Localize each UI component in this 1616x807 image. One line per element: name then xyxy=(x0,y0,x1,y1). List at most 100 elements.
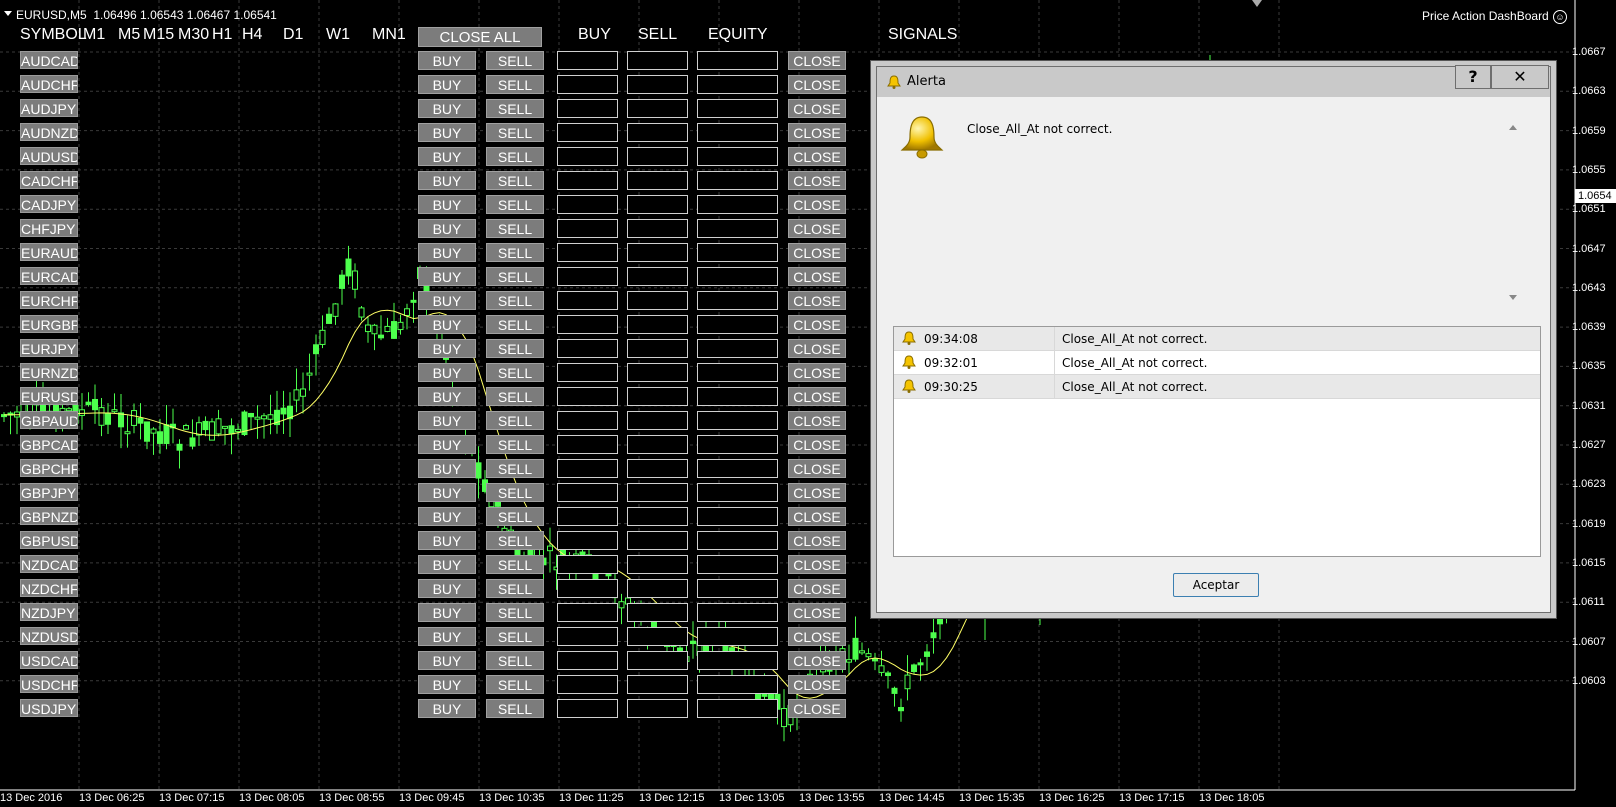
message-scrollbar[interactable] xyxy=(1505,117,1521,307)
sell-button-gbpchf[interactable]: SELL xyxy=(486,459,544,478)
close-button-usdchf[interactable]: CLOSE xyxy=(788,675,846,694)
close-button-audusd[interactable]: CLOSE xyxy=(788,147,846,166)
buy-button-gbpusd[interactable]: BUY xyxy=(418,531,476,550)
symbol-nzdchf[interactable]: NZDCHF xyxy=(20,579,78,597)
symbol-gbpaud[interactable]: GBPAUD xyxy=(20,411,78,429)
scroll-down-icon[interactable] xyxy=(1509,295,1517,300)
close-button-nzdjpy[interactable]: CLOSE xyxy=(788,603,846,622)
symbol-cadchf[interactable]: CADCHF xyxy=(20,171,78,189)
close-button[interactable]: ✕ xyxy=(1491,65,1549,89)
close-button-audchf[interactable]: CLOSE xyxy=(788,75,846,94)
sell-button-usdchf[interactable]: SELL xyxy=(486,675,544,694)
close-button-euraud[interactable]: CLOSE xyxy=(788,243,846,262)
buy-button-eurgbp[interactable]: BUY xyxy=(418,315,476,334)
close-button-cadchf[interactable]: CLOSE xyxy=(788,171,846,190)
buy-button-eurusd[interactable]: BUY xyxy=(418,387,476,406)
buy-button-nzdusd[interactable]: BUY xyxy=(418,627,476,646)
sell-button-eurchf[interactable]: SELL xyxy=(486,291,544,310)
scroll-up-icon[interactable] xyxy=(1509,125,1517,130)
sell-button-gbpaud[interactable]: SELL xyxy=(486,411,544,430)
sell-button-cadchf[interactable]: SELL xyxy=(486,171,544,190)
buy-button-audusd[interactable]: BUY xyxy=(418,147,476,166)
sell-button-audnzd[interactable]: SELL xyxy=(486,123,544,142)
symbol-eurjpy[interactable]: EURJPY xyxy=(20,339,78,357)
symbol-audcad[interactable]: AUDCAD xyxy=(20,51,78,69)
symbol-gbpjpy[interactable]: GBPJPY xyxy=(20,483,78,501)
symbol-nzdjpy[interactable]: NZDJPY xyxy=(20,603,78,621)
symbol-usdcad[interactable]: USDCAD xyxy=(20,651,78,669)
close-button-gbpaud[interactable]: CLOSE xyxy=(788,411,846,430)
sell-button-eurcad[interactable]: SELL xyxy=(486,267,544,286)
close-button-eurgbp[interactable]: CLOSE xyxy=(788,315,846,334)
sell-button-nzdjpy[interactable]: SELL xyxy=(486,603,544,622)
alert-history-list[interactable]: 09:34:08 Close_All_At not correct. 09:32:0… xyxy=(893,326,1541,557)
close-button-gbpchf[interactable]: CLOSE xyxy=(788,459,846,478)
buy-button-cadjpy[interactable]: BUY xyxy=(418,195,476,214)
sell-button-eurnzd[interactable]: SELL xyxy=(486,363,544,382)
help-button[interactable]: ? xyxy=(1455,65,1491,89)
symbol-eurchf[interactable]: EURCHF xyxy=(20,291,78,309)
symbol-nzdusd[interactable]: NZDUSD xyxy=(20,627,78,645)
buy-button-gbpaud[interactable]: BUY xyxy=(418,411,476,430)
symbol-usdjpy[interactable]: USDJPY xyxy=(20,699,78,717)
sell-button-audusd[interactable]: SELL xyxy=(486,147,544,166)
symbol-chfjpy[interactable]: CHFJPY xyxy=(20,219,78,237)
buy-button-usdjpy[interactable]: BUY xyxy=(418,699,476,718)
sell-button-audjpy[interactable]: SELL xyxy=(486,99,544,118)
buy-button-nzdcad[interactable]: BUY xyxy=(418,555,476,574)
buy-button-usdchf[interactable]: BUY xyxy=(418,675,476,694)
close-button-gbpnzd[interactable]: CLOSE xyxy=(788,507,846,526)
close-button-usdjpy[interactable]: CLOSE xyxy=(788,699,846,718)
close-button-cadjpy[interactable]: CLOSE xyxy=(788,195,846,214)
symbol-usdchf[interactable]: USDCHF xyxy=(20,675,78,693)
sell-button-usdjpy[interactable]: SELL xyxy=(486,699,544,718)
close-button-eurusd[interactable]: CLOSE xyxy=(788,387,846,406)
buy-button-nzdjpy[interactable]: BUY xyxy=(418,603,476,622)
sell-button-eurjpy[interactable]: SELL xyxy=(486,339,544,358)
sell-button-gbpjpy[interactable]: SELL xyxy=(486,483,544,502)
close-button-audjpy[interactable]: CLOSE xyxy=(788,99,846,118)
alert-history-row[interactable]: 09:32:01 Close_All_At not correct. xyxy=(894,351,1540,375)
close-button-gbpcad[interactable]: CLOSE xyxy=(788,435,846,454)
buy-button-eurjpy[interactable]: BUY xyxy=(418,339,476,358)
buy-button-cadchf[interactable]: BUY xyxy=(418,171,476,190)
chart-shift-marker-icon[interactable] xyxy=(1252,0,1262,7)
close-button-gbpusd[interactable]: CLOSE xyxy=(788,531,846,550)
sell-button-chfjpy[interactable]: SELL xyxy=(486,219,544,238)
close-button-audcad[interactable]: CLOSE xyxy=(788,51,846,70)
buy-button-audjpy[interactable]: BUY xyxy=(418,99,476,118)
close-button-eurnzd[interactable]: CLOSE xyxy=(788,363,846,382)
buy-button-nzdchf[interactable]: BUY xyxy=(418,579,476,598)
close-button-chfjpy[interactable]: CLOSE xyxy=(788,219,846,238)
symbol-eurnzd[interactable]: EURNZD xyxy=(20,363,78,381)
sell-button-nzdusd[interactable]: SELL xyxy=(486,627,544,646)
buy-button-gbpjpy[interactable]: BUY xyxy=(418,483,476,502)
sell-button-euraud[interactable]: SELL xyxy=(486,243,544,262)
sell-button-gbpnzd[interactable]: SELL xyxy=(486,507,544,526)
close-button-nzdchf[interactable]: CLOSE xyxy=(788,579,846,598)
sell-button-audchf[interactable]: SELL xyxy=(486,75,544,94)
buy-button-euraud[interactable]: BUY xyxy=(418,243,476,262)
symbol-gbpusd[interactable]: GBPUSD xyxy=(20,531,78,549)
sell-button-gbpusd[interactable]: SELL xyxy=(486,531,544,550)
sell-button-nzdcad[interactable]: SELL xyxy=(486,555,544,574)
sell-button-eurgbp[interactable]: SELL xyxy=(486,315,544,334)
chart-menu-arrow-icon[interactable] xyxy=(4,11,12,16)
sell-button-cadjpy[interactable]: SELL xyxy=(486,195,544,214)
buy-button-eurcad[interactable]: BUY xyxy=(418,267,476,286)
buy-button-audnzd[interactable]: BUY xyxy=(418,123,476,142)
close-button-nzdusd[interactable]: CLOSE xyxy=(788,627,846,646)
buy-button-gbpcad[interactable]: BUY xyxy=(418,435,476,454)
sell-button-usdcad[interactable]: SELL xyxy=(486,651,544,670)
symbol-gbpnzd[interactable]: GBPNZD xyxy=(20,507,78,525)
alert-history-row[interactable]: 09:30:25 Close_All_At not correct. xyxy=(894,375,1540,399)
alert-title-bar[interactable]: Alerta ? ✕ xyxy=(877,65,1550,97)
symbol-nzdcad[interactable]: NZDCAD xyxy=(20,555,78,573)
symbol-cadjpy[interactable]: CADJPY xyxy=(20,195,78,213)
buy-button-eurnzd[interactable]: BUY xyxy=(418,363,476,382)
close-button-audnzd[interactable]: CLOSE xyxy=(788,123,846,142)
close-button-eurcad[interactable]: CLOSE xyxy=(788,267,846,286)
alert-history-row[interactable]: 09:34:08 Close_All_At not correct. xyxy=(894,327,1540,351)
symbol-audusd[interactable]: AUDUSD xyxy=(20,147,78,165)
symbol-euraud[interactable]: EURAUD xyxy=(20,243,78,261)
